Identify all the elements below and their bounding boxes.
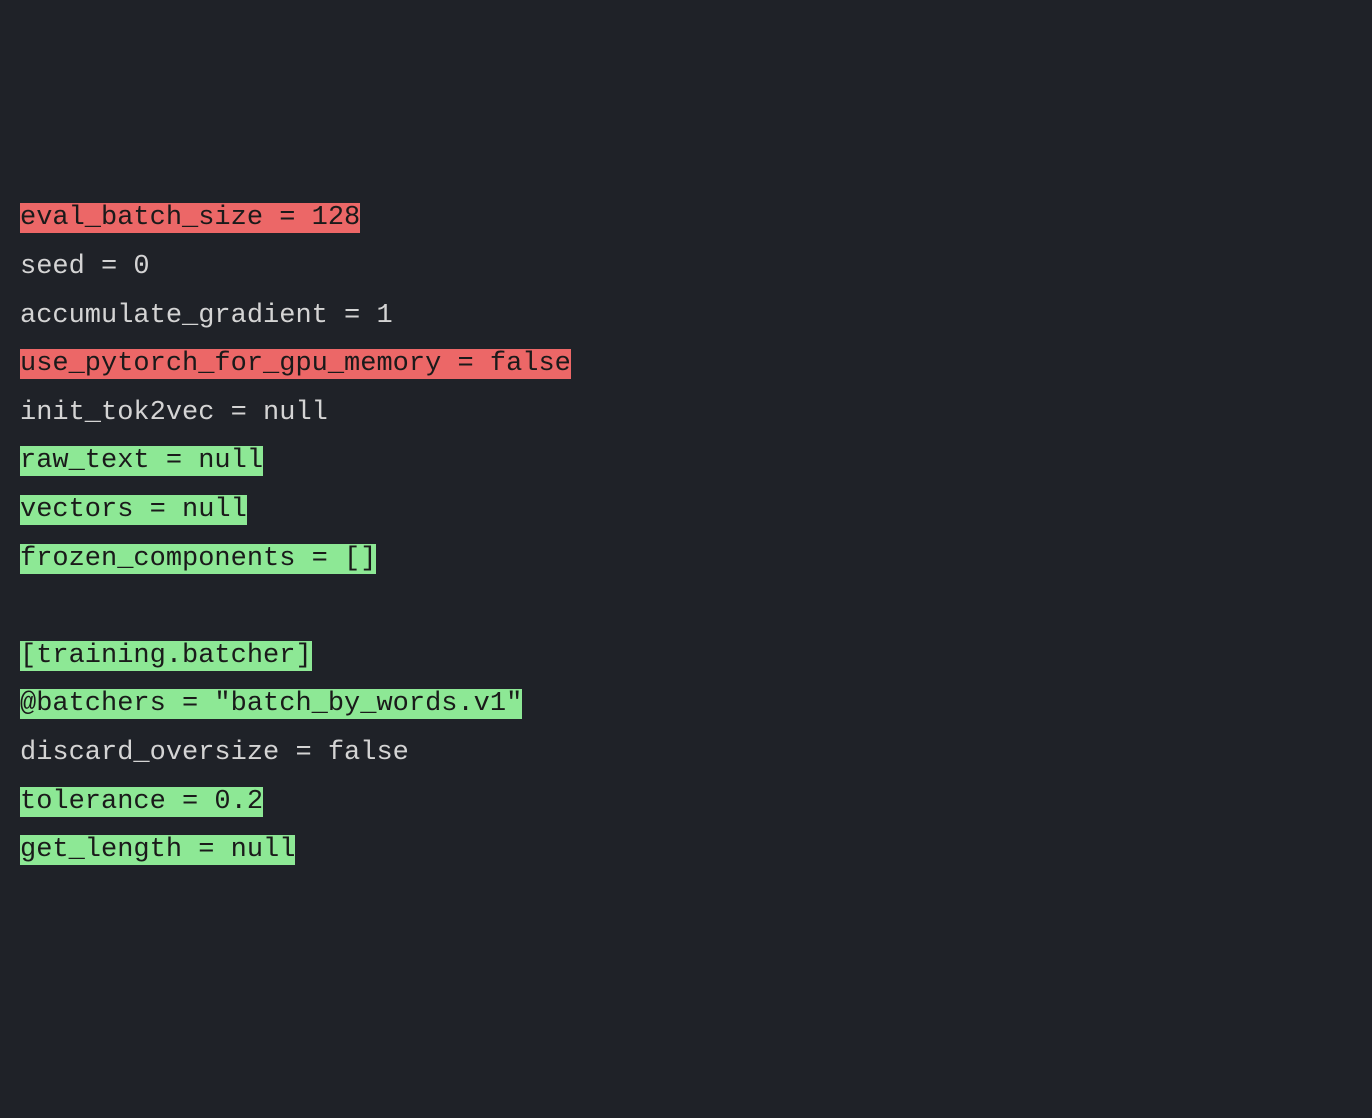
- code-line: [20, 583, 1352, 632]
- code-diff-view: eval_batch_size = 128 seed = 0 accumulate_…: [20, 194, 1352, 874]
- code-segment: accumulate_gradient = 1: [20, 301, 393, 331]
- code-line: vectors = null: [20, 486, 1352, 535]
- code-line: accumulate_gradient = 1: [20, 292, 1352, 341]
- code-segment: @batchers = "batch_by_words.v1": [20, 689, 522, 719]
- code-line: raw_text = null: [20, 437, 1352, 486]
- code-line: frozen_components = []: [20, 535, 1352, 584]
- code-line: eval_batch_size = 128: [20, 194, 1352, 243]
- code-segment: discard_oversize = false: [20, 738, 409, 768]
- code-line: use_pytorch_for_gpu_memory = false: [20, 340, 1352, 389]
- code-line: get_length = null: [20, 826, 1352, 875]
- code-line: discard_oversize = false: [20, 729, 1352, 778]
- code-line: @batchers = "batch_by_words.v1": [20, 680, 1352, 729]
- code-segment: vectors = null: [20, 495, 247, 525]
- code-segment: eval_batch_size = 128: [20, 203, 360, 233]
- code-segment: init_tok2vec = null: [20, 398, 328, 428]
- code-line: [training.batcher]: [20, 632, 1352, 681]
- code-line: tolerance = 0.2: [20, 778, 1352, 827]
- code-segment: tolerance = 0.2: [20, 787, 263, 817]
- code-segment: use_pytorch_for_gpu_memory = false: [20, 349, 571, 379]
- code-line: seed = 0: [20, 243, 1352, 292]
- code-segment: get_length = null: [20, 835, 295, 865]
- code-segment: seed = 0: [20, 252, 150, 282]
- code-segment: [training.batcher]: [20, 641, 312, 671]
- code-line: init_tok2vec = null: [20, 389, 1352, 438]
- code-segment: frozen_components = []: [20, 544, 376, 574]
- code-segment: raw_text = null: [20, 446, 263, 476]
